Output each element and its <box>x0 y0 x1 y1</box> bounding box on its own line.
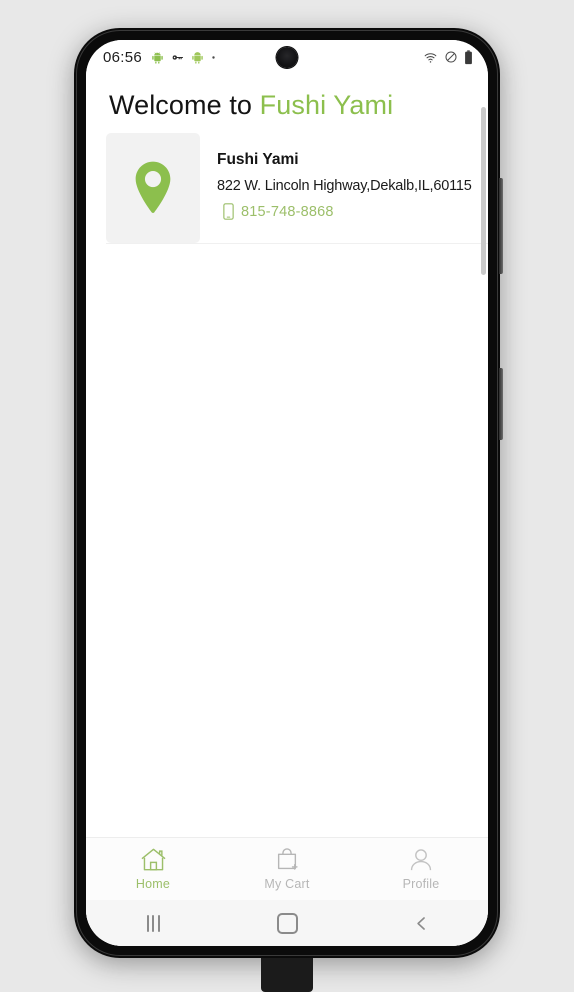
bottom-tab-bar: Home My Cart Profile <box>86 837 488 900</box>
android-nav-bar <box>86 900 488 946</box>
phone-stand <box>261 958 313 992</box>
map-pin-icon <box>135 161 171 213</box>
key-icon <box>172 54 183 60</box>
front-camera-icon <box>276 47 298 68</box>
page-title: Welcome to Fushi Yami <box>86 74 488 133</box>
mobile-phone-icon <box>223 203 234 220</box>
restaurant-thumbnail <box>106 133 200 243</box>
restaurant-phone-row[interactable]: 815-748-8868 <box>217 203 488 220</box>
wifi-icon <box>424 52 437 63</box>
restaurant-list: Fushi Yami 822 W. Lincoln Highway,Dekalb… <box>86 107 488 837</box>
tab-home[interactable]: Home <box>86 838 220 900</box>
status-clock: 06:56 <box>103 48 143 66</box>
phone-screen: 06:56 Welcome to Fushi Yami Fushi Yami 8… <box>86 40 488 946</box>
battery-icon <box>465 49 472 64</box>
status-right-icons <box>423 40 473 74</box>
do-not-disturb-icon <box>445 51 457 63</box>
content-scrollbar[interactable] <box>481 107 486 275</box>
restaurant-info: Fushi Yami 822 W. Lincoln Highway,Dekalb… <box>200 133 488 243</box>
restaurant-address: 822 W. Lincoln Highway,Dekalb,IL,60115 <box>217 178 472 195</box>
power-button[interactable] <box>499 368 503 440</box>
volume-button[interactable] <box>499 178 503 274</box>
tab-my-cart[interactable]: My Cart <box>220 838 354 900</box>
nav-home-button[interactable] <box>220 900 354 946</box>
tab-profile[interactable]: Profile <box>354 838 488 900</box>
status-left-icons <box>151 51 216 64</box>
shopping-bag-plus-icon <box>277 848 298 870</box>
person-icon <box>410 849 432 871</box>
android-icon <box>152 51 163 64</box>
dot-icon <box>212 55 215 59</box>
welcome-prefix: Welcome to <box>109 90 260 120</box>
nav-back-button[interactable] <box>354 900 488 946</box>
restaurant-card[interactable]: Fushi Yami 822 W. Lincoln Highway,Dekalb… <box>106 133 488 243</box>
restaurant-phone-number: 815-748-8868 <box>241 203 334 220</box>
restaurant-name: Fushi Yami <box>217 151 299 168</box>
brand-name: Fushi Yami <box>259 90 394 120</box>
house-icon <box>141 848 165 871</box>
tab-profile-label: Profile <box>402 877 440 891</box>
phone-device: 06:56 Welcome to Fushi Yami Fushi Yami 8… <box>74 28 503 958</box>
recents-icon <box>146 914 160 932</box>
tab-home-label: Home <box>135 877 171 891</box>
app-content: Welcome to Fushi Yami Fushi Yami 822 W. … <box>86 74 488 946</box>
nav-recents-button[interactable] <box>86 900 220 946</box>
list-divider <box>106 243 488 244</box>
back-chevron-icon <box>416 916 425 930</box>
home-square-icon <box>276 912 298 934</box>
android-debug-icon <box>192 51 203 64</box>
tab-my-cart-label: My Cart <box>264 877 310 891</box>
status-bar: 06:56 <box>86 40 488 74</box>
